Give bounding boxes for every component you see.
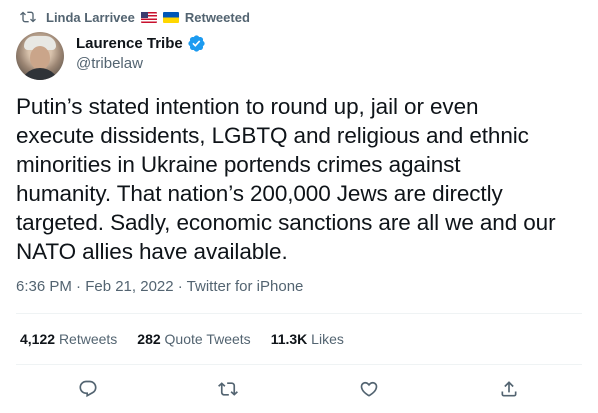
like-icon [360,381,378,397]
retweet-context: Linda Larrivee Retweeted [20,8,250,26]
flag-ukraine-icon [162,11,179,23]
retweets-count: 4,122 [20,331,56,347]
likes-count: 11.3K [270,331,308,347]
verified-badge-icon [188,34,205,52]
retweet-icon [218,382,238,396]
like-button[interactable] [358,378,380,400]
share-button[interactable] [498,378,520,400]
retweeted-label: Retweeted [184,9,250,25]
tweet-stats: 4,122 Retweets 282 Quote Tweets 11.3K Li… [20,331,344,347]
retweeter-name[interactable]: Linda Larrivee [46,10,135,25]
reply-icon [79,380,97,398]
tweet-timestamp[interactable]: 6:36 PM · Feb 21, 2022 · Twitter for iPh… [16,278,303,295]
flag-us-icon [140,11,157,23]
quote-tweets-count: 282 [137,331,161,347]
divider [16,313,582,314]
share-icon [501,381,517,397]
tweet: Linda Larrivee Retweeted Laurence Tribe … [0,0,598,413]
retweet-button[interactable] [217,378,239,400]
retweets-stat[interactable]: 4,122 Retweets [20,331,117,347]
retweets-label: Retweets [58,331,118,347]
reply-button[interactable] [77,378,99,400]
author-name-row: Laurence Tribe [76,33,206,53]
tweet-text: Putin’s stated intention to round up, ja… [16,94,556,264]
display-name[interactable]: Laurence Tribe [76,35,183,52]
quote-tweets-label: Quote Tweets [164,331,251,347]
divider [16,364,582,365]
avatar[interactable] [16,32,64,80]
retweet-icon [20,11,36,23]
author-handle[interactable]: @tribelaw [76,55,143,72]
quote-tweets-stat[interactable]: 282 Quote Tweets [137,331,250,347]
likes-stat[interactable]: 11.3K Likes [271,331,344,347]
likes-label: Likes [311,331,344,347]
